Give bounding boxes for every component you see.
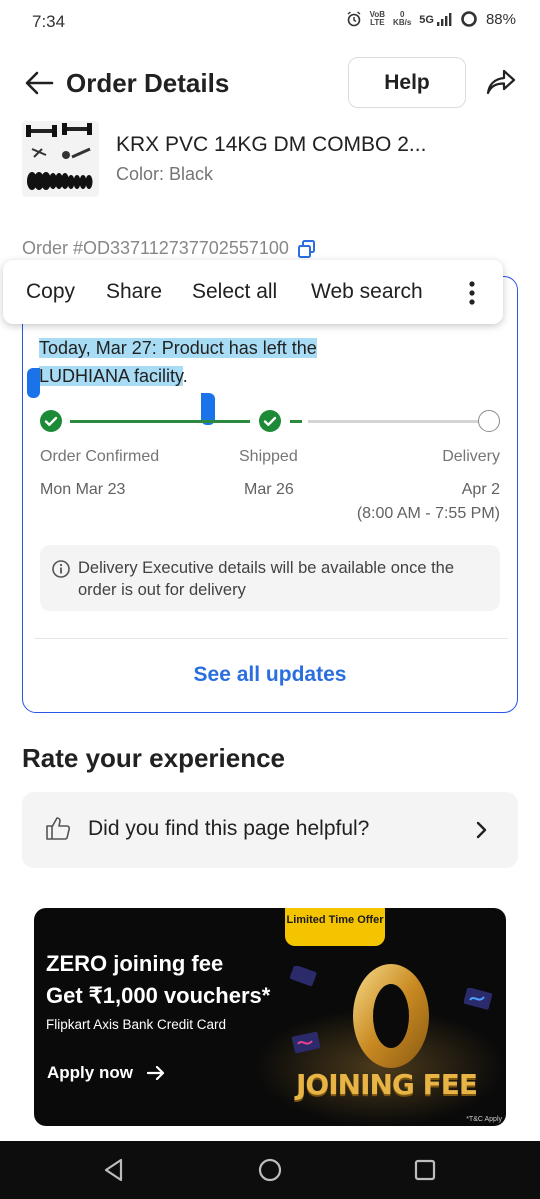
menu-item-share[interactable]: Share	[106, 280, 162, 304]
limited-offer-tag: Limited Time Offer	[285, 908, 385, 946]
info-text: Delivery Executive details will be avail…	[78, 559, 455, 599]
status-icons: VoB LTE 0 KB/s 5G 88%	[346, 10, 516, 28]
nav-recents-icon[interactable]	[412, 1157, 438, 1183]
dumbbell-set-image	[26, 123, 93, 190]
helpful-question: Did you find this page helpful?	[88, 817, 370, 840]
progress-line-done	[70, 420, 250, 423]
menu-item-copy[interactable]: Copy	[26, 280, 75, 304]
apply-now-button[interactable]: Apply now	[47, 1063, 165, 1083]
progress-line-partial	[290, 420, 302, 423]
help-button[interactable]: Help	[348, 57, 466, 108]
speed-indicator: 0 KB/s	[393, 10, 412, 27]
page-title: Order Details	[66, 68, 230, 98]
battery-ring-icon	[461, 11, 477, 27]
text-selection-menu: Copy Share Select all Web search	[3, 260, 503, 324]
signal-indicator: 5G	[419, 12, 452, 26]
arrow-right-icon	[146, 1066, 165, 1080]
big-zero-graphic: 0	[346, 958, 436, 1078]
selection-handle-start[interactable]	[27, 368, 40, 398]
credit-card-icon	[292, 1032, 321, 1054]
tc-apply-text: *T&C Apply	[466, 1116, 502, 1123]
stage-time-delivery: (8:00 AM - 7:55 PM)	[356, 505, 500, 522]
status-line-1: Today, Mar 27: Product has left the	[39, 338, 317, 358]
nav-home-icon[interactable]	[257, 1157, 283, 1183]
order-id: Order #OD337112737702557100	[22, 238, 289, 258]
gold-zero-image	[353, 964, 429, 1068]
banner-subtitle: Flipkart Axis Bank Credit Card	[46, 1017, 227, 1032]
banner-headline-line2: Get ₹1,000 vouchers*	[46, 983, 271, 1008]
order-id-row: Order #OD337112737702557100	[22, 238, 317, 259]
stage-date-confirmed: Mon Mar 23	[40, 481, 126, 498]
menu-item-select-all[interactable]: Select all	[192, 280, 277, 304]
signal-icon	[436, 13, 452, 26]
rate-section-title: Rate your experience	[22, 743, 286, 773]
check-circle-icon	[40, 410, 62, 432]
battery-percent: 88%	[485, 10, 516, 28]
more-vertical-icon[interactable]	[465, 280, 479, 306]
stage-label-delivery: Delivery	[442, 448, 500, 465]
check-circle-icon	[259, 410, 281, 432]
stage-label-shipped: Shipped	[239, 448, 298, 465]
joining-fee-text: JOINING FEE	[296, 1068, 478, 1101]
header: Order Details Help	[0, 56, 540, 110]
thumbs-up-icon	[46, 817, 71, 840]
info-box: Delivery Executive details will be avail…	[40, 545, 500, 611]
helpful-feedback-row[interactable]: Did you find this page helpful?	[22, 792, 518, 868]
status-line-2: LUDHIANA facility	[39, 366, 183, 386]
tracking-status-text: Today, Mar 27: Product has left the LUDH…	[39, 334, 399, 390]
pending-circle-icon	[478, 410, 500, 432]
credit-card-icon	[290, 966, 317, 986]
status-time: 7:34	[32, 12, 66, 31]
back-arrow-icon[interactable]	[24, 70, 54, 96]
info-icon	[52, 560, 70, 578]
see-all-updates-link[interactable]: See all updates	[0, 663, 540, 687]
stage-date-delivery: Apr 2	[461, 481, 500, 498]
promo-banner[interactable]: Limited Time Offer ZERO joining fee Get …	[34, 908, 506, 1126]
status-line-2-tail: .	[182, 366, 188, 386]
stage-date-shipped: Mar 26	[244, 481, 294, 498]
stage-label-confirmed: Order Confirmed	[40, 448, 160, 465]
product-name[interactable]: KRX PVC 14KG DM COMBO 2...	[116, 133, 426, 157]
system-nav-bar	[0, 1141, 540, 1199]
lte-indicator: VoB LTE	[369, 10, 386, 27]
copy-icon[interactable]	[297, 239, 317, 259]
menu-item-web-search[interactable]: Web search	[311, 280, 423, 304]
status-bar: 7:34 VoB LTE 0 KB/s 5G 88%	[0, 0, 540, 44]
alarm-icon	[347, 11, 361, 27]
progress-line-pending	[308, 420, 478, 423]
banner-headline: ZERO joining fee Get ₹1,000 vouchers*	[46, 948, 270, 1012]
tracking-progress	[40, 408, 502, 434]
product-color: Color: Black	[116, 164, 214, 184]
share-icon[interactable]	[486, 68, 516, 96]
product-image[interactable]	[22, 121, 99, 197]
nav-back-icon[interactable]	[101, 1157, 127, 1183]
apply-now-label: Apply now	[47, 1063, 133, 1082]
credit-card-icon	[464, 988, 493, 1010]
divider	[34, 638, 508, 639]
banner-headline-line1: ZERO joining fee	[46, 951, 224, 976]
chevron-right-icon	[476, 821, 487, 839]
